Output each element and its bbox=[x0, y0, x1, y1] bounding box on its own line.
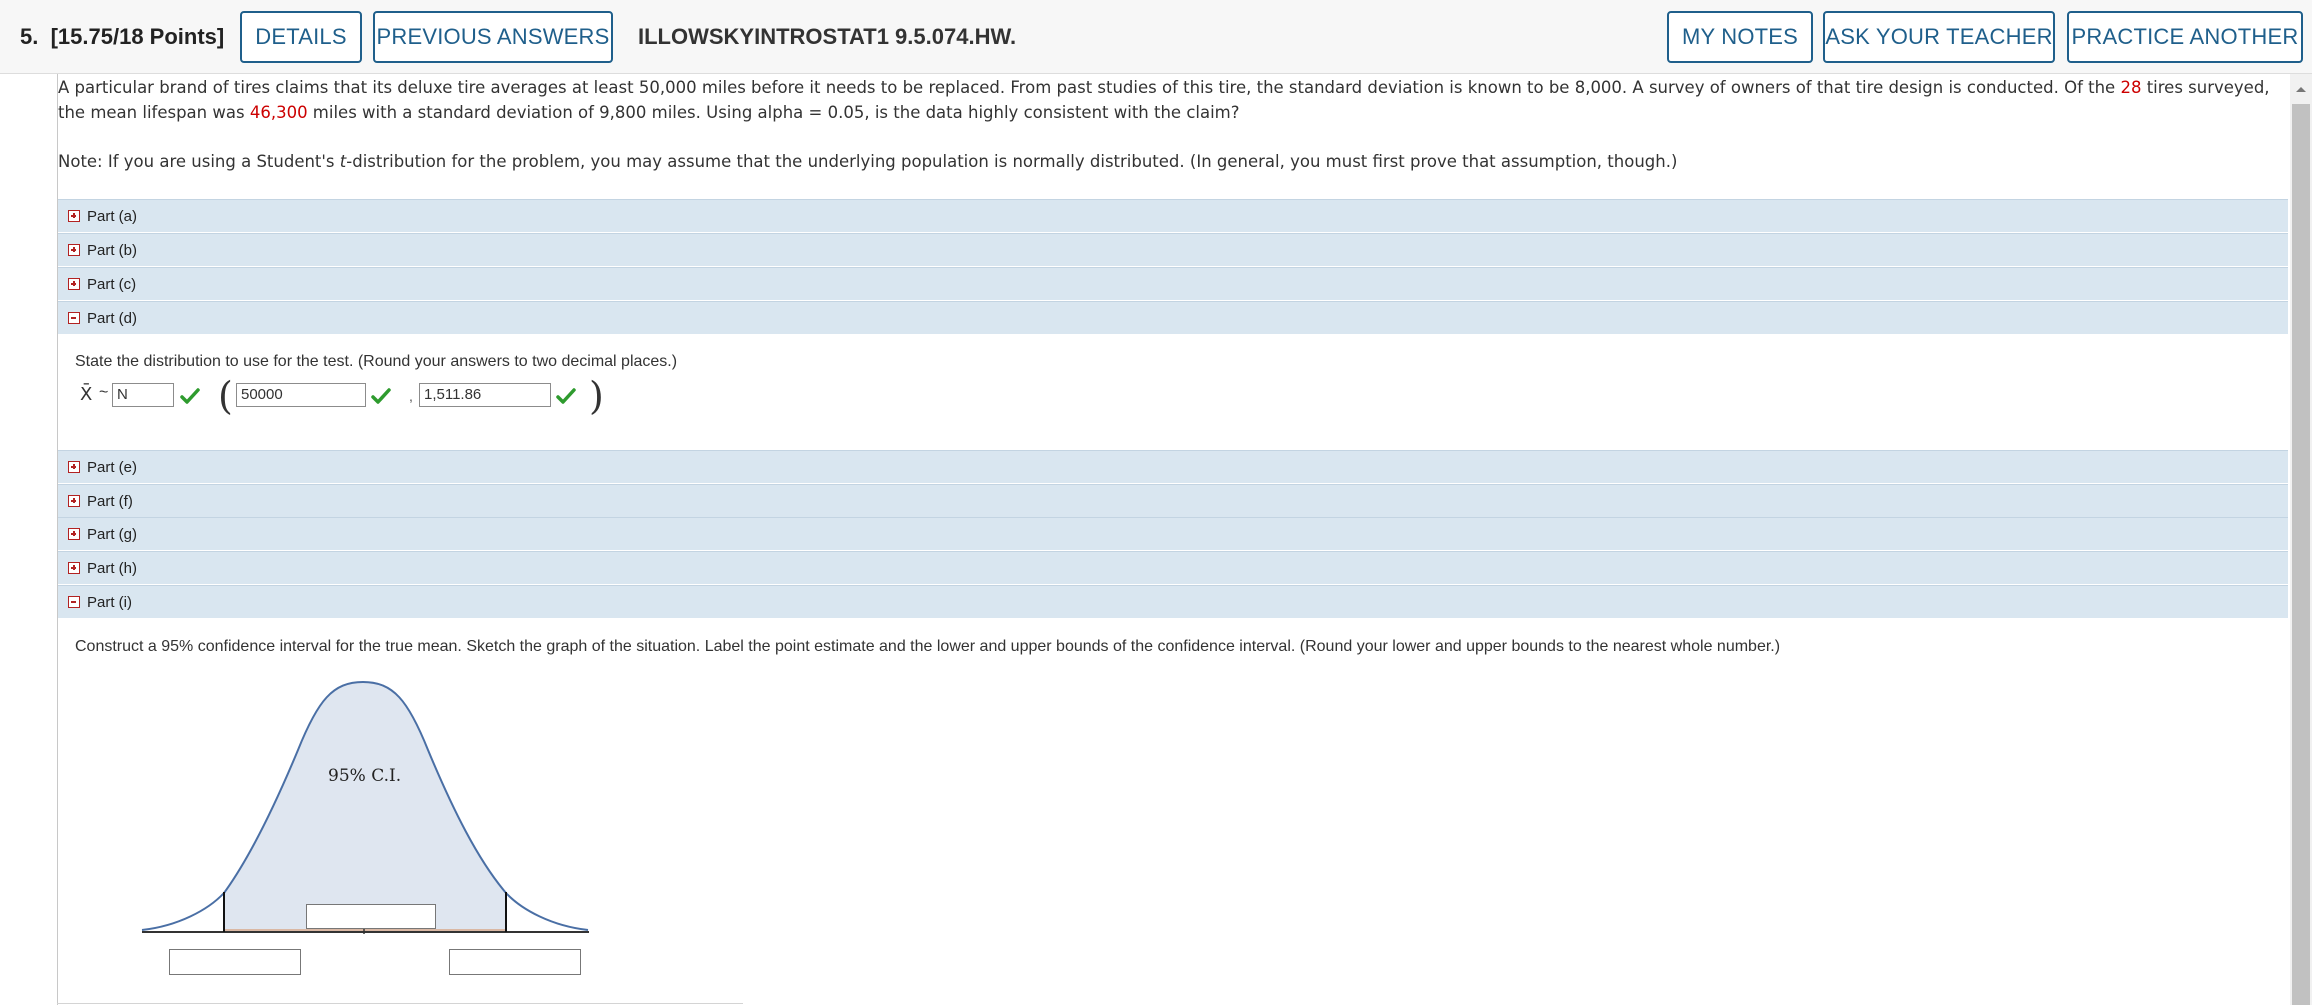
part-i-header[interactable]: Part (i) bbox=[58, 585, 2288, 618]
part-label: Part (a) bbox=[87, 207, 138, 225]
part-a-header[interactable]: Part (a) bbox=[58, 199, 2288, 232]
question-number-text: 5. bbox=[20, 24, 39, 49]
expand-plus-icon[interactable] bbox=[68, 528, 80, 540]
expand-plus-icon[interactable] bbox=[68, 495, 80, 507]
mean-lifespan-value: 46,300 bbox=[249, 103, 308, 122]
part-i-instruction: Construct a 95% confidence interval for … bbox=[75, 638, 1781, 655]
details-button[interactable]: DETAILS bbox=[240, 11, 362, 63]
point-estimate-input[interactable] bbox=[306, 904, 436, 929]
collapse-minus-icon[interactable] bbox=[68, 596, 80, 608]
part-label: Part (i) bbox=[87, 593, 132, 611]
expand-plus-icon[interactable] bbox=[68, 244, 80, 256]
part-d-header[interactable]: Part (d) bbox=[58, 301, 2288, 334]
my-notes-button[interactable]: MY NOTES bbox=[1667, 11, 1813, 63]
correct-check-icon bbox=[556, 388, 576, 404]
part-c-header[interactable]: Part (c) bbox=[58, 267, 2288, 300]
correct-check-icon bbox=[371, 388, 391, 404]
confidence-interval-graph: 95% C.I. bbox=[138, 670, 598, 990]
question-points: [15.75/18 Points] bbox=[50, 24, 225, 49]
note-text-1: Note: If you are using a Student's bbox=[58, 152, 340, 171]
part-f-header[interactable]: Part (f) bbox=[58, 484, 2288, 517]
part-label: Part (d) bbox=[87, 309, 138, 327]
part-g-header[interactable]: Part (g) bbox=[58, 517, 2288, 550]
expand-plus-icon[interactable] bbox=[68, 562, 80, 574]
question-number: 5. [15.75/18 Points] bbox=[20, 24, 224, 50]
problem-text-3: miles with a standard deviation of 9,800… bbox=[307, 103, 1240, 122]
tires-surveyed-value: 28 bbox=[2120, 78, 2142, 97]
upper-bound-input[interactable] bbox=[449, 949, 581, 975]
part-b-header[interactable]: Part (b) bbox=[58, 233, 2288, 266]
open-paren: ( bbox=[218, 374, 233, 418]
part-label: Part (h) bbox=[87, 559, 138, 577]
scroll-up-arrow-icon[interactable] bbox=[2292, 80, 2310, 98]
expand-plus-icon[interactable] bbox=[68, 210, 80, 222]
question-header: 5. [15.75/18 Points] DETAILS PREVIOUS AN… bbox=[0, 0, 2312, 74]
problem-text-1: A particular brand of tires claims that … bbox=[58, 78, 2121, 97]
close-paren: ) bbox=[589, 374, 604, 418]
part-label: Part (b) bbox=[87, 241, 138, 259]
assignment-code: ILLOWSKYINTROSTAT1 9.5.074.HW. bbox=[638, 24, 1017, 49]
previous-answers-button[interactable]: PREVIOUS ANSWERS bbox=[373, 11, 613, 63]
practice-another-button[interactable]: PRACTICE ANOTHER bbox=[2067, 11, 2303, 63]
collapse-minus-icon[interactable] bbox=[68, 312, 80, 324]
part-d-instruction: State the distribution to use for the te… bbox=[75, 353, 678, 370]
ask-your-teacher-button[interactable]: ASK YOUR TEACHER bbox=[1823, 11, 2055, 63]
note-text-2: -distribution for the problem, you may a… bbox=[346, 152, 1678, 171]
part-e-header[interactable]: Part (e) bbox=[58, 450, 2288, 483]
page-scrollbar-thumb[interactable] bbox=[2292, 104, 2310, 1005]
part-h-header[interactable]: Part (h) bbox=[58, 551, 2288, 584]
correct-check-icon bbox=[180, 388, 200, 404]
part-label: Part (f) bbox=[87, 492, 133, 510]
content-bottom-rule bbox=[57, 1003, 743, 1004]
ci-label: 95% C.I. bbox=[328, 766, 402, 786]
part-label: Part (g) bbox=[87, 525, 138, 543]
part-label: Part (c) bbox=[87, 275, 137, 293]
part-label: Part (e) bbox=[87, 458, 138, 476]
problem-note: Note: If you are using a Student's t-dis… bbox=[58, 149, 2288, 174]
problem-statement: A particular brand of tires claims that … bbox=[58, 75, 2288, 125]
mean-input[interactable]: 50000 bbox=[236, 383, 366, 407]
standard-deviation-input[interactable]: 1,511.86 bbox=[419, 383, 551, 407]
expand-plus-icon[interactable] bbox=[68, 278, 80, 290]
expand-plus-icon[interactable] bbox=[68, 461, 80, 473]
tilde-symbol: ~ bbox=[99, 384, 109, 401]
distribution-type-input[interactable]: N bbox=[112, 383, 174, 407]
xbar-symbol: X̄ bbox=[80, 384, 93, 405]
comma-separator: , bbox=[409, 388, 413, 404]
normal-curve-sketch bbox=[141, 680, 589, 934]
lower-bound-input[interactable] bbox=[169, 949, 301, 975]
ci-shaded-region bbox=[224, 682, 506, 932]
